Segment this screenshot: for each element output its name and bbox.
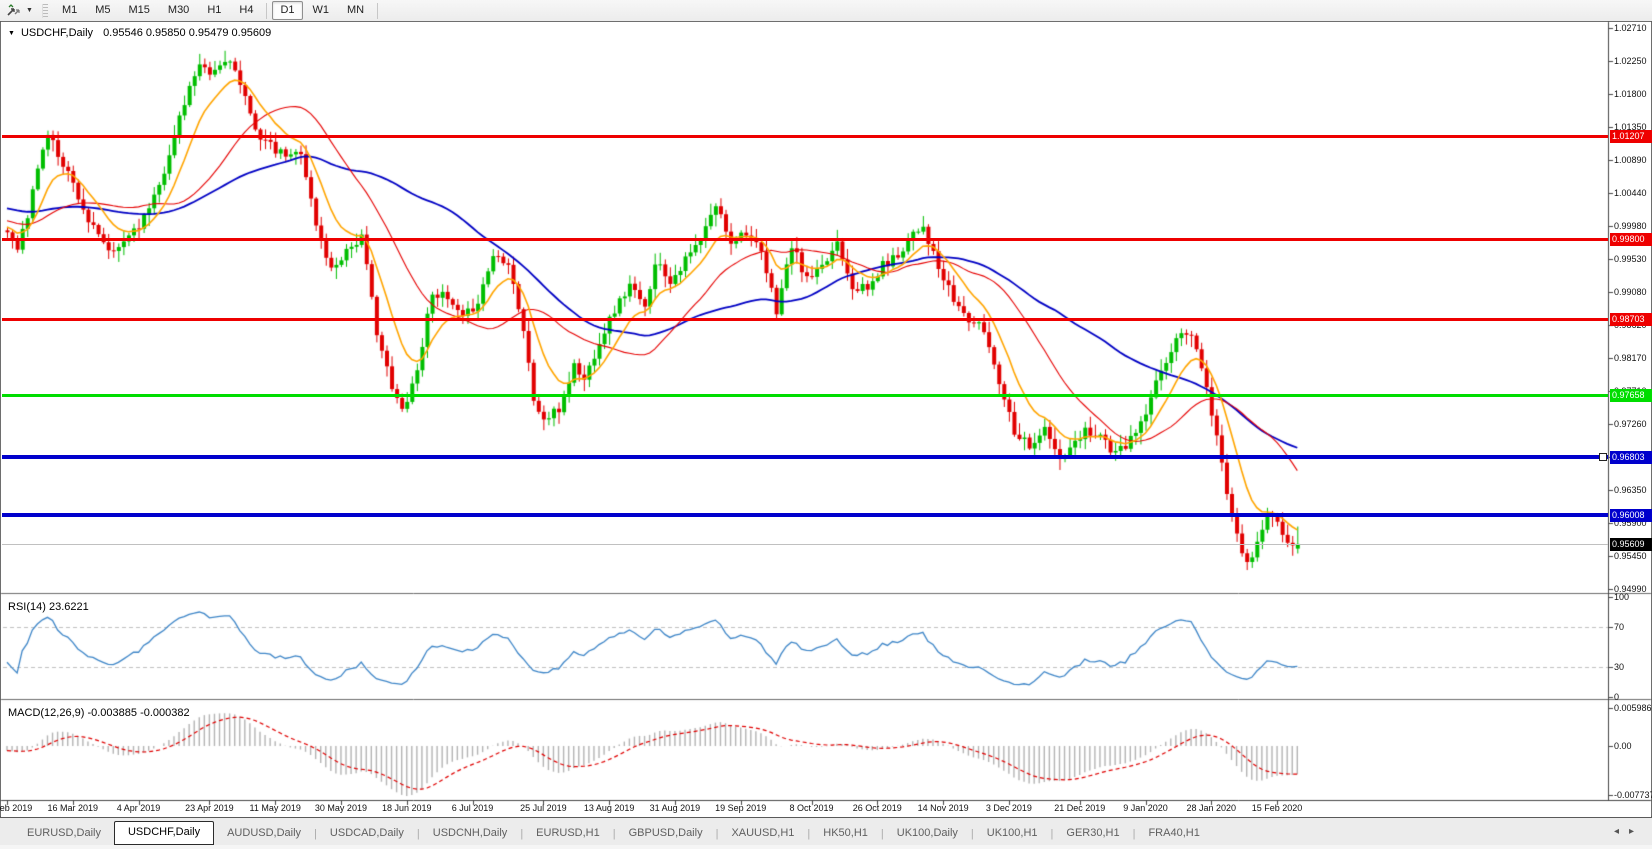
price-tick-label: 1.02250 — [1614, 56, 1647, 66]
date-axis-label: 4 Apr 2019 — [105, 803, 173, 813]
hline-price-label: 0.96803 — [1610, 451, 1652, 464]
hline-0.96803[interactable] — [2, 455, 1608, 459]
hline-1.01207[interactable] — [2, 135, 1608, 138]
date-axis-label: 8 Oct 2019 — [778, 803, 846, 813]
hline-handle[interactable] — [1599, 453, 1607, 461]
date-axis-label: 30 May 2019 — [307, 803, 375, 813]
chart-menu-arrow-icon[interactable]: ▼ — [8, 30, 15, 37]
date-axis-label: 26 Oct 2019 — [843, 803, 911, 813]
date-axis-label: 19 Sep 2019 — [707, 803, 775, 813]
date-axis-label: 3 Dec 2019 — [975, 803, 1043, 813]
date-axis-label: 21 Dec 2019 — [1046, 803, 1114, 813]
hline-0.96008[interactable] — [2, 513, 1608, 517]
price-tick-label: 0.99080 — [1614, 287, 1647, 297]
price-tick-label: 0.95450 — [1614, 551, 1647, 561]
date-axis-label: 18 Jun 2019 — [373, 803, 441, 813]
chart-canvas[interactable] — [0, 0, 1652, 849]
price-tick-label: 1.00890 — [1614, 155, 1647, 165]
hline-0.97658[interactable] — [2, 394, 1608, 397]
hline-price-label: 0.97658 — [1610, 389, 1652, 402]
macd-label: MACD(12,26,9) -0.003885 -0.000382 — [8, 707, 190, 719]
date-axis-label: 25 Jul 2019 — [509, 803, 577, 813]
date-axis-label: 9 Jan 2020 — [1112, 803, 1180, 813]
rsi-axis-label: 30 — [1614, 662, 1624, 672]
tab-scroll-arrows: ◂▸ — [1614, 826, 1644, 837]
date-axis-label: 14 Nov 2019 — [909, 803, 977, 813]
hline-price-label: 0.99800 — [1610, 233, 1652, 246]
date-axis-label: 6 Jul 2019 — [439, 803, 507, 813]
rsi-axis-label: 0 — [1614, 692, 1619, 702]
macd-axis-label: 0.00 — [1614, 741, 1632, 751]
price-tick-label: 0.98170 — [1614, 353, 1647, 363]
rsi-axis-label: 100 — [1614, 592, 1629, 602]
date-axis-label: 11 May 2019 — [241, 803, 309, 813]
price-tick-label: 1.02710 — [1614, 23, 1647, 33]
date-axis-label: 28 Jan 2020 — [1177, 803, 1245, 813]
tab-scroll-right-icon[interactable]: ▸ — [1629, 826, 1644, 837]
hline-price-label: 1.01207 — [1610, 130, 1652, 143]
date-axis-label: 26 Feb 2019 — [0, 803, 41, 813]
date-axis-label: 13 Aug 2019 — [575, 803, 643, 813]
macd-axis-label: 0.005986 — [1614, 703, 1652, 713]
hline-0.99800[interactable] — [2, 238, 1608, 241]
date-axis-label: 16 Mar 2019 — [39, 803, 107, 813]
macd-axis-label: -0.007737 — [1614, 790, 1652, 800]
current-price-label: 0.95609 — [1610, 538, 1652, 551]
ohlc-values: 0.95546 0.95850 0.95479 0.95609 — [103, 27, 271, 39]
price-tick-label: 0.99980 — [1614, 221, 1647, 231]
chart-title: ▼ USDCHF,Daily 0.95546 0.95850 0.95479 0… — [8, 27, 271, 39]
price-tick-label: 0.96350 — [1614, 485, 1647, 495]
symbol-label: USDCHF,Daily — [21, 27, 93, 39]
price-tick-label: 1.01800 — [1614, 89, 1647, 99]
current-price-line — [2, 544, 1608, 545]
tab-scroll-left-icon[interactable]: ◂ — [1614, 826, 1629, 837]
price-tick-label: 1.00440 — [1614, 188, 1647, 198]
date-axis-label: 23 Apr 2019 — [175, 803, 243, 813]
hline-price-label: 0.98703 — [1610, 313, 1652, 326]
rsi-axis-label: 70 — [1614, 622, 1624, 632]
date-axis-label: 15 Feb 2020 — [1243, 803, 1311, 813]
hline-price-label: 0.96008 — [1610, 509, 1652, 522]
hline-0.98703[interactable] — [2, 318, 1608, 321]
price-tick-label: 0.99530 — [1614, 254, 1647, 264]
rsi-label: RSI(14) 23.6221 — [8, 601, 89, 613]
date-axis-label: 31 Aug 2019 — [641, 803, 709, 813]
price-tick-label: 0.97260 — [1614, 419, 1647, 429]
